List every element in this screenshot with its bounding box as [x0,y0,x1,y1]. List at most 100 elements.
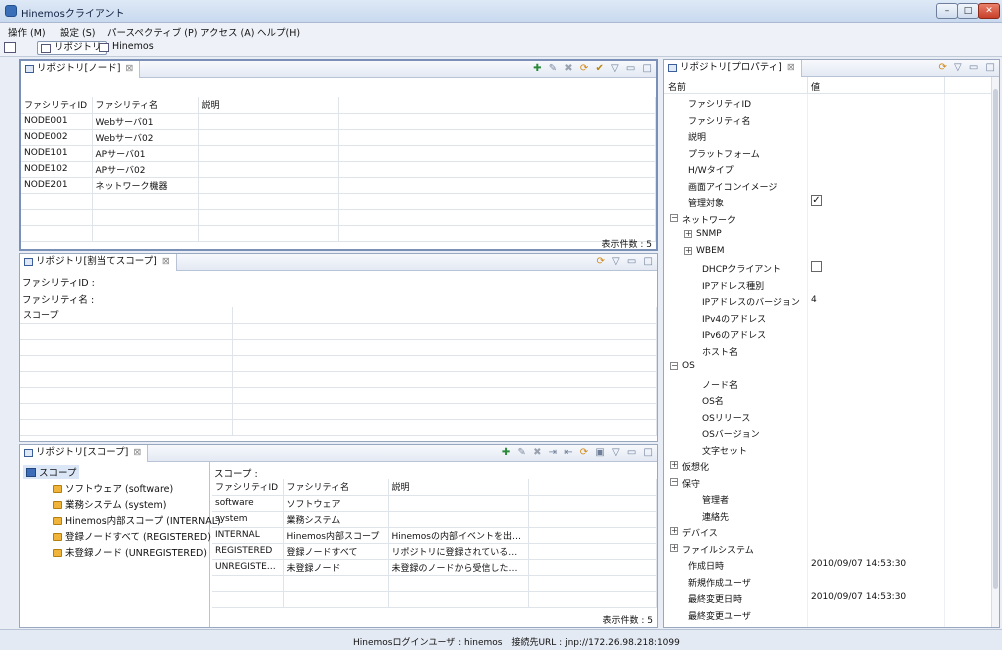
property-row[interactable]: + WBEM [664,242,991,259]
maximize-button[interactable]: □ [957,3,979,19]
view-menu-icon[interactable]: ▽ [611,63,619,74]
column-header[interactable]: 値 [811,80,820,93]
tab-assigned-scope-view[interactable]: リポジトリ[割当てスコープ] ⊠ [20,254,177,271]
tab-close-icon[interactable]: ⊠ [133,447,141,458]
refresh-icon[interactable]: ⟳ [580,447,588,458]
column-header[interactable]: ファシリティID [21,97,93,114]
column-header[interactable]: ファシリティID [212,479,284,496]
property-row[interactable]: DHCPクライアント [664,259,991,276]
property-row[interactable]: − OS [664,358,991,375]
table-row[interactable]: REGISTERED 登録ノードすべて リポジトリに登録されているす... [212,543,657,560]
property-row[interactable]: − ネットワーク [664,209,991,226]
tab-property-view[interactable]: リポジトリ[プロパティ] ⊠ [664,60,802,77]
column-header[interactable]: スコープ [20,307,233,324]
edit-icon[interactable]: ✎ [549,63,557,74]
property-row[interactable]: ファシリティ名 [664,110,991,127]
column-header[interactable]: 名前 [668,80,686,93]
expand-icon[interactable]: + [670,543,678,552]
column-header[interactable]: 説明 [388,479,529,496]
tree-item[interactable]: 登録ノードすべて (REGISTERED) [53,529,211,543]
tab-close-icon[interactable]: ⊠ [162,256,170,267]
tab-close-icon[interactable]: ⊠ [787,62,795,73]
table-row[interactable]: NODE201 ネットワーク機器 [21,177,656,194]
release-node-icon[interactable]: ⇤ [564,447,572,458]
maximize-view-icon[interactable]: □ [986,62,995,73]
assign-node-icon[interactable]: ⇥ [549,447,557,458]
refresh-icon[interactable]: ⟳ [580,63,588,74]
tree-item[interactable]: ソフトウェア (software) [53,481,173,495]
property-row[interactable]: 説明 [664,127,991,144]
delete-icon[interactable]: ✖ [533,447,541,458]
menu-perspective[interactable]: パースペクティブ (P) [107,25,197,39]
expand-icon[interactable]: + [670,461,678,469]
property-row[interactable]: − 保守 [664,473,991,490]
refresh-icon[interactable]: ⟳ [938,62,946,73]
property-row[interactable]: 画面アイコンイメージ [664,176,991,193]
collapse-icon[interactable]: − [670,213,678,222]
property-row[interactable]: + 仮想化 [664,457,991,474]
table-row[interactable]: NODE102 APサーバ02 [21,161,656,178]
column-header[interactable]: ファシリティ名 [92,97,199,114]
table-row[interactable]: software ソフトウェア [212,495,657,512]
open-perspective-icon[interactable] [4,42,16,53]
minimize-view-icon[interactable]: ▭ [969,62,978,73]
tab-node-view[interactable]: リポジトリ[ノード] ⊠ [21,61,141,78]
property-row[interactable]: IPアドレスのバージョン 4 [664,292,991,309]
assign-icon[interactable]: ✔ [595,63,603,74]
property-row[interactable]: 文字セット [664,440,991,457]
collapse-icon[interactable]: − [670,477,678,486]
property-row[interactable]: 連絡先 [664,506,991,523]
property-row[interactable]: OSリリース [664,407,991,424]
property-row[interactable]: H/Wタイプ [664,160,991,177]
property-row[interactable]: 管理対象 ✓ [664,193,991,210]
property-row[interactable]: 最終変更日時 2010/09/07 14:53:30 [664,589,991,606]
minimize-view-icon[interactable]: ▭ [626,63,635,74]
refresh-icon[interactable]: ⟳ [596,256,604,267]
view-menu-icon[interactable]: ▽ [954,62,962,73]
property-row[interactable]: ファシリティID [664,94,991,111]
menu-operation[interactable]: 操作 (M) [8,25,46,39]
expand-icon[interactable]: + [684,246,692,255]
property-row[interactable]: 最終変更ユーザ [664,605,991,622]
table-row[interactable]: system 業務システム [212,511,657,528]
minimize-button[interactable]: – [936,3,958,19]
property-row[interactable]: ノード名 [664,374,991,391]
property-row[interactable]: + デバイス [664,523,991,540]
view-menu-icon[interactable]: ▽ [612,447,620,458]
view-menu-icon[interactable]: ▽ [612,256,620,267]
property-row[interactable]: ホスト名 [664,341,991,358]
maximize-view-icon[interactable]: □ [644,447,653,458]
property-row[interactable]: 新規作成ユーザ [664,572,991,589]
table-row[interactable]: NODE002 Webサーバ02 [21,129,656,146]
table-row[interactable]: UNREGISTER... 未登録ノード 未登録のノードから受信した通... [212,559,657,576]
delete-icon[interactable]: ✖ [564,63,572,74]
property-row[interactable]: OSバージョン [664,424,991,441]
expand-icon[interactable]: + [684,230,692,238]
property-scrollbar[interactable] [991,77,999,627]
property-row[interactable]: 作成日時 2010/09/07 14:53:30 [664,556,991,573]
column-header[interactable]: 説明 [198,97,339,114]
minimize-view-icon[interactable]: ▭ [627,256,636,267]
table-row[interactable]: NODE001 Webサーバ01 [21,113,656,130]
tree-item[interactable]: 業務システム (system) [53,497,167,511]
scrollbar-thumb[interactable] [993,89,998,589]
tree-item[interactable]: 未登録ノード (UNREGISTERED) [53,545,207,559]
edit-icon[interactable]: ✎ [517,447,525,458]
property-row[interactable]: OS名 [664,391,991,408]
tree-item[interactable]: Hinemos内部スコープ (INTERNAL) [53,513,221,527]
property-row[interactable]: + SNMP [664,226,991,243]
maximize-view-icon[interactable]: □ [643,63,652,74]
property-row[interactable]: 管理者 [664,490,991,507]
menu-settings[interactable]: 設定 (S) [60,25,95,39]
expand-icon[interactable]: + [670,527,678,535]
property-row[interactable]: IPv6のアドレス [664,325,991,342]
property-row[interactable]: IPアドレス種別 [664,275,991,292]
property-row[interactable]: プラットフォーム [664,143,991,160]
maximize-view-icon[interactable]: □ [644,256,653,267]
property-row[interactable]: + ファイルシステム [664,539,991,556]
close-button[interactable]: ✕ [978,3,1000,19]
add-icon[interactable]: ✚ [533,63,541,74]
property-checkbox[interactable]: ✓ [811,195,822,206]
add-icon[interactable]: ✚ [502,447,510,458]
tab-close-icon[interactable]: ⊠ [125,63,133,74]
